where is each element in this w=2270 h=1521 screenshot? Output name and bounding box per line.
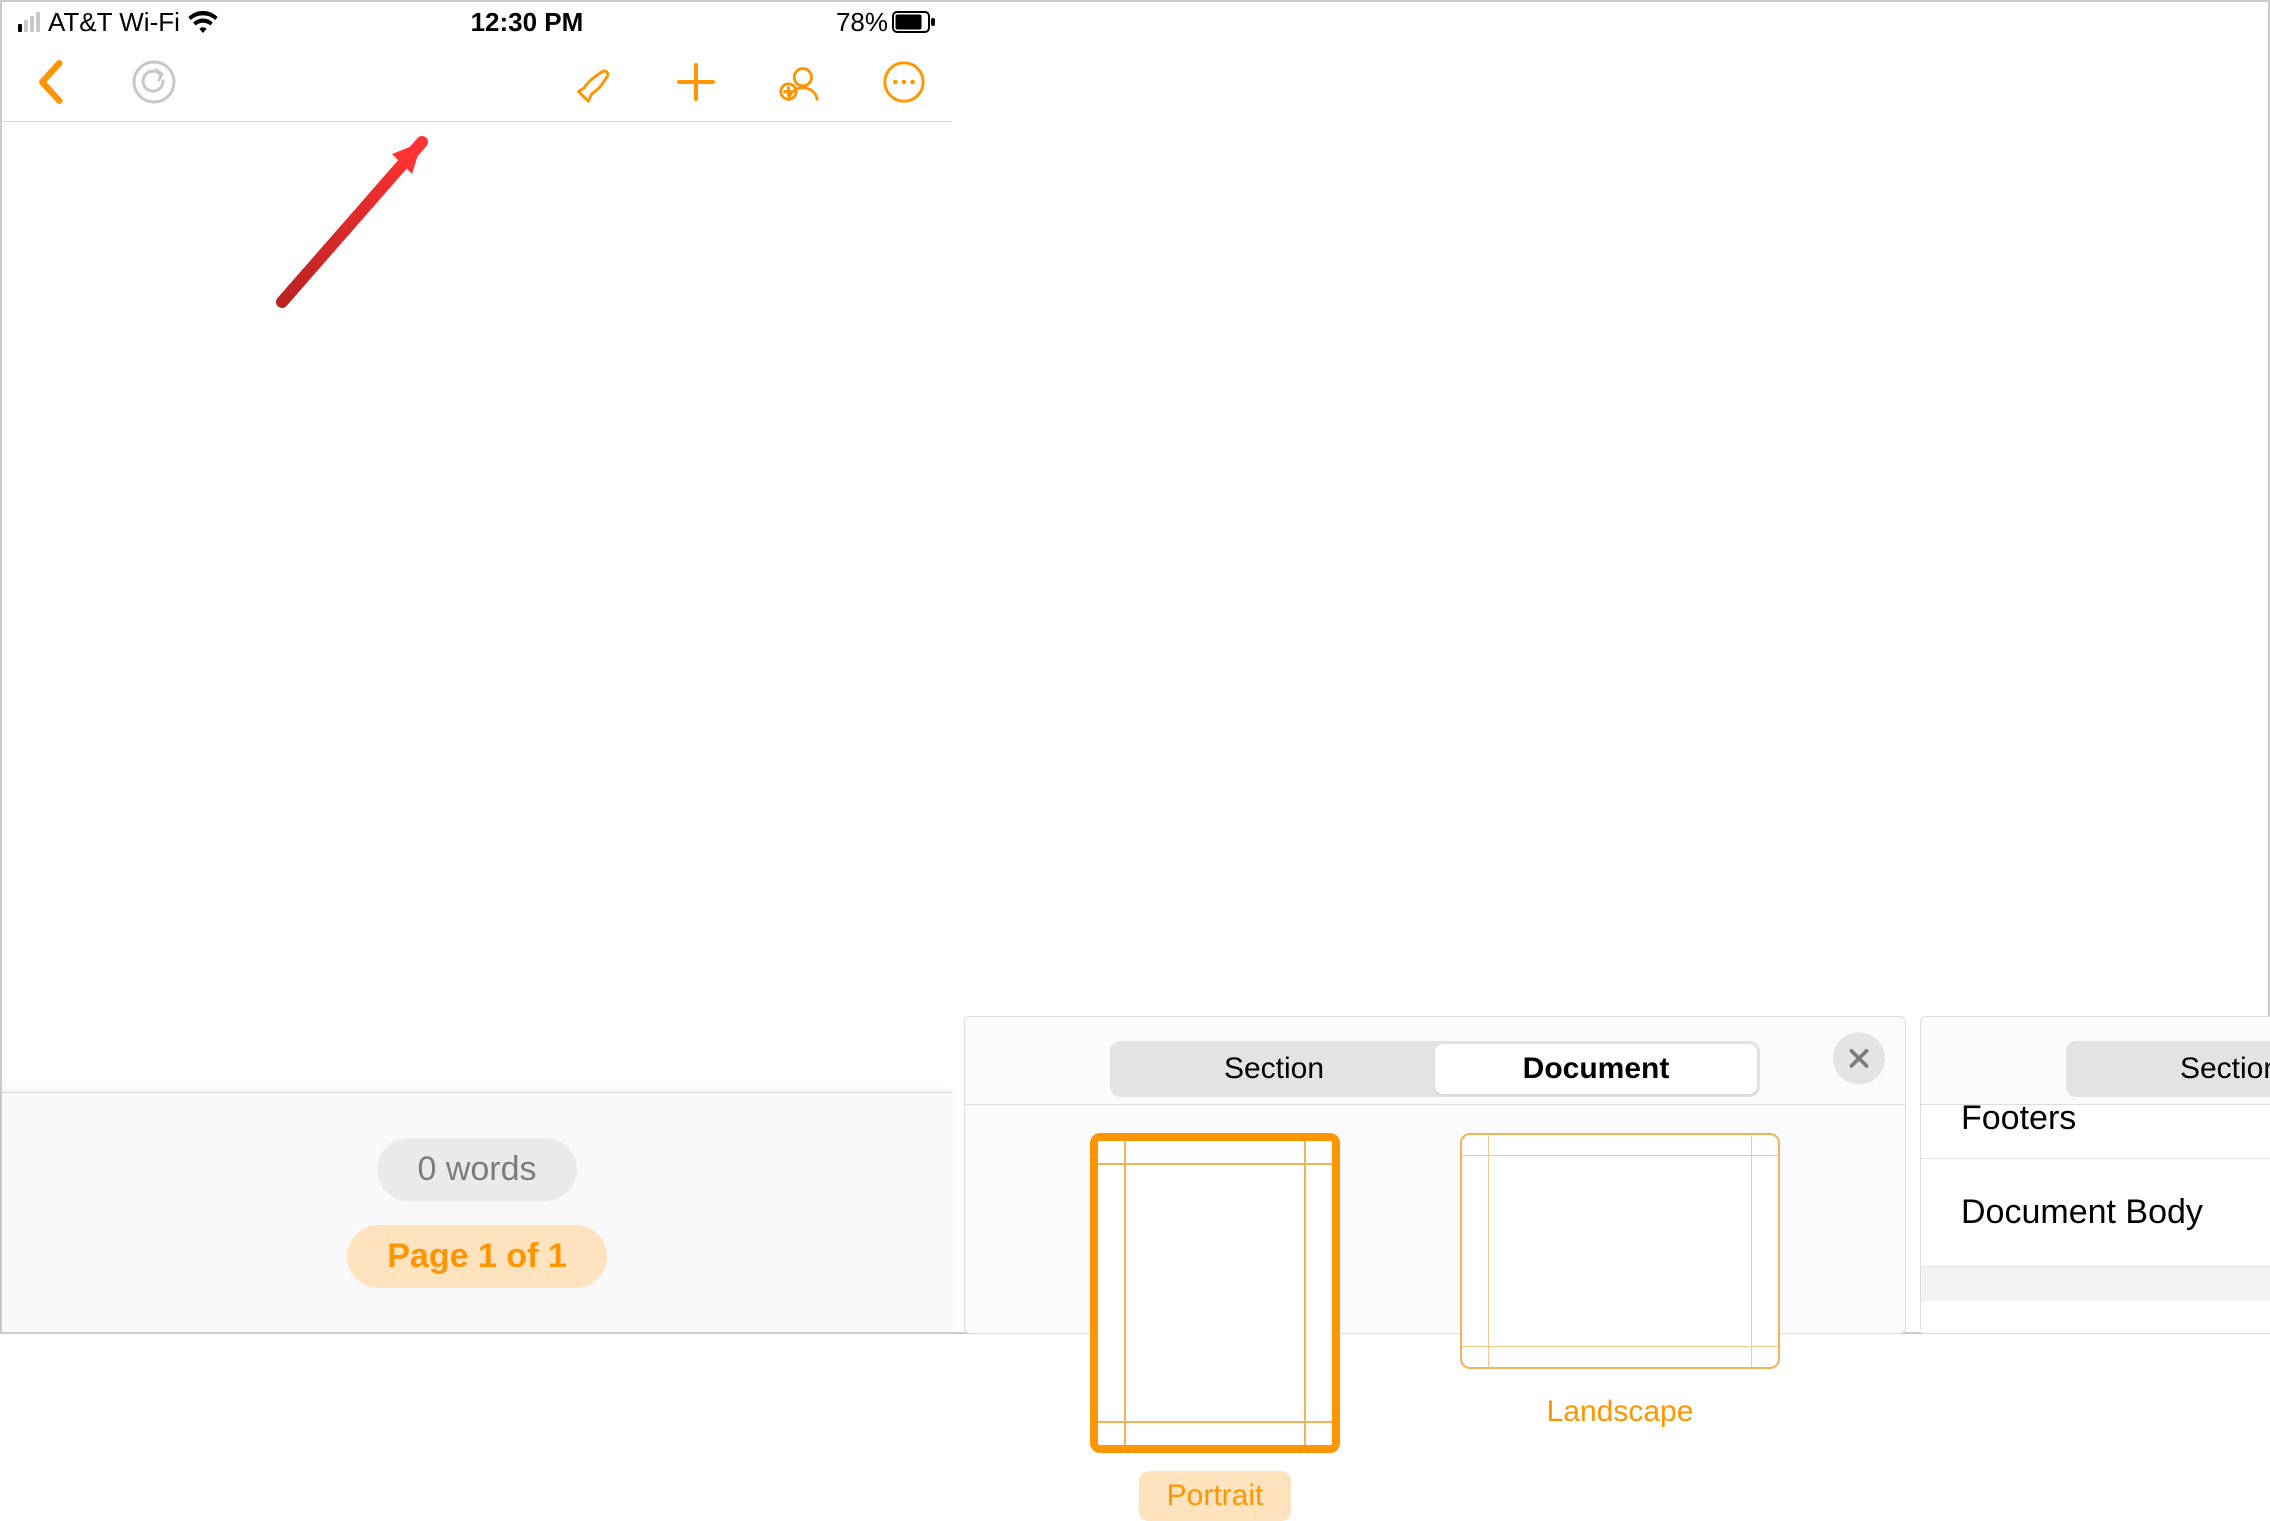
back-button[interactable] bbox=[26, 58, 74, 106]
phone-screen: AT&T Wi-Fi 12:30 PM 78% bbox=[2, 2, 952, 1332]
page-indicator-pill[interactable]: Page 1 of 1 bbox=[347, 1225, 607, 1288]
format-popover-document-settings: Section Document Footers Document Body F… bbox=[1920, 1016, 2270, 1334]
undo-button[interactable] bbox=[130, 58, 178, 106]
section-document-segmented[interactable]: Section Document bbox=[2066, 1041, 2270, 1097]
portrait-label: Portrait bbox=[1139, 1471, 1292, 1521]
wifi-icon bbox=[188, 11, 218, 33]
section-gap bbox=[1921, 1267, 2270, 1301]
toolbar bbox=[2, 42, 952, 122]
row-facing-pages[interactable]: Facing Pages bbox=[1921, 1301, 2270, 1333]
status-bar: AT&T Wi-Fi 12:30 PM 78% bbox=[2, 2, 952, 42]
orientation-landscape[interactable]: Landscape bbox=[1460, 1133, 1780, 1437]
orientation-portrait[interactable]: Portrait bbox=[1090, 1133, 1340, 1521]
status-left: AT&T Wi-Fi bbox=[18, 7, 218, 38]
collaborate-button[interactable] bbox=[776, 58, 824, 106]
carrier-label: AT&T Wi-Fi bbox=[48, 7, 180, 38]
tab-document[interactable]: Document bbox=[1435, 1044, 1757, 1094]
format-popover-orientation: Section Document Portrait Landscape bbox=[964, 1016, 1906, 1334]
tab-section[interactable]: Section bbox=[1113, 1044, 1435, 1094]
orientation-options: Portrait Landscape bbox=[965, 1105, 1905, 1521]
popover-header: Section Document bbox=[965, 1017, 1905, 1105]
row-document-body[interactable]: Document Body bbox=[1921, 1159, 2270, 1267]
section-document-segmented[interactable]: Section Document bbox=[1110, 1041, 1760, 1097]
row-footers[interactable]: Footers bbox=[1921, 1105, 2270, 1159]
close-button[interactable] bbox=[1833, 1032, 1885, 1084]
document-settings-list[interactable]: Footers Document Body Facing Pages Docum… bbox=[1921, 1105, 2270, 1333]
status-right: 78% bbox=[836, 7, 936, 38]
format-brush-button[interactable] bbox=[568, 58, 616, 106]
popover-header: Section Document bbox=[1921, 1017, 2270, 1105]
document-body-label: Document Body bbox=[1961, 1193, 2203, 1232]
footers-label: Footers bbox=[1961, 1105, 2076, 1138]
signal-bars-icon bbox=[18, 12, 40, 32]
battery-pct-label: 78% bbox=[836, 7, 888, 38]
battery-icon bbox=[892, 11, 936, 33]
clock-label: 12:30 PM bbox=[471, 7, 584, 38]
insert-plus-button[interactable] bbox=[672, 58, 720, 106]
portrait-thumb-icon bbox=[1090, 1133, 1340, 1453]
phone-bottom-bar: 0 words Page 1 of 1 bbox=[2, 1092, 952, 1332]
word-count-pill[interactable]: 0 words bbox=[377, 1138, 576, 1201]
document-canvas[interactable] bbox=[2, 122, 952, 1092]
tab-section[interactable]: Section bbox=[2069, 1044, 2270, 1094]
more-options-button[interactable] bbox=[880, 58, 928, 106]
landscape-label: Landscape bbox=[1519, 1387, 1722, 1437]
